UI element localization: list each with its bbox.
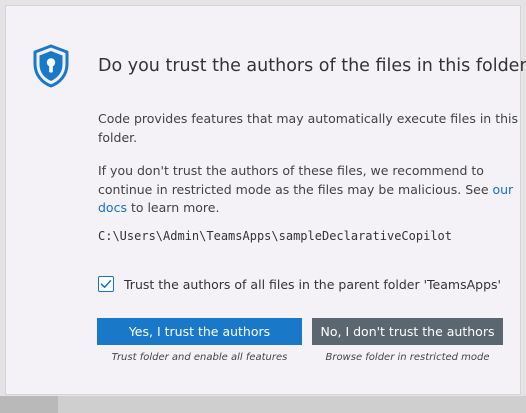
trust-authors-button[interactable]: Yes, I trust the authors: [97, 318, 302, 345]
workspace-trust-dialog: Do you trust the authors of the files in…: [5, 5, 526, 395]
trust-parent-folder-checkbox[interactable]: [98, 276, 114, 292]
dialog-description: Code provides features that may automati…: [98, 111, 519, 145]
dialog-title: Do you trust the authors of the files in…: [98, 56, 526, 76]
dont-trust-authors-button[interactable]: No, I don't trust the authors: [312, 318, 503, 345]
checkmark-icon: [100, 280, 112, 288]
trust-parent-folder-label[interactable]: Trust the authors of all files in the pa…: [124, 277, 501, 292]
dont-trust-button-caption: Browse folder in restricted mode: [325, 352, 490, 363]
trust-button-caption: Trust folder and enable all features: [111, 352, 288, 363]
trust-parent-folder-option: Trust the authors of all files in the pa…: [98, 274, 501, 294]
window-backdrop: [0, 396, 526, 413]
warning-text-end: to learn more.: [126, 200, 220, 215]
dialog-warning-text: If you don't trust the authors of these …: [98, 162, 518, 218]
warning-text-start: If you don't trust the authors of these …: [98, 163, 493, 197]
folder-path: C:\Users\Admin\TeamsApps\sampleDeclarati…: [98, 229, 453, 243]
backdrop-panel: [0, 396, 58, 413]
shield-lock-icon: [33, 44, 69, 88]
